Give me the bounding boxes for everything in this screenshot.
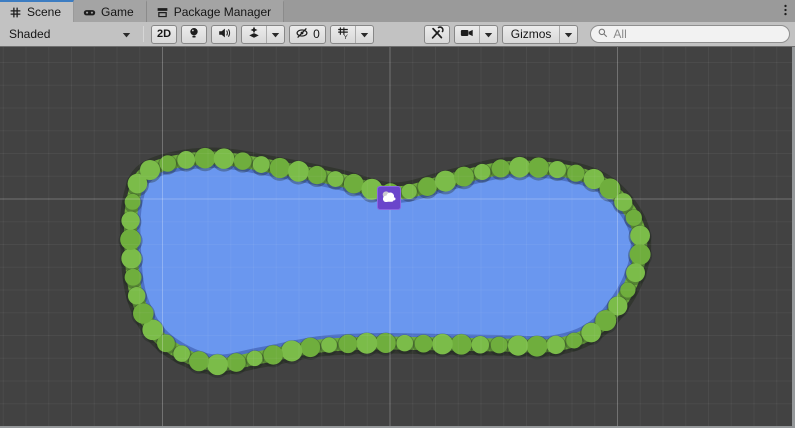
scene-canvas xyxy=(0,47,795,428)
gizmos-button[interactable]: Gizmos xyxy=(503,26,560,43)
view-2d-label: 2D xyxy=(157,28,171,40)
scene-grid-icon xyxy=(9,6,22,19)
chevron-down-icon xyxy=(360,27,369,41)
draw-mode-dropdown[interactable]: Shaded xyxy=(4,25,136,44)
camera-dropdown[interactable] xyxy=(479,26,497,43)
scene-search-field[interactable] xyxy=(590,25,790,43)
tab-package-manager[interactable]: Package Manager xyxy=(147,0,284,22)
kebab-menu-icon xyxy=(779,3,792,20)
scene-toolbar: Shaded 2D xyxy=(0,22,795,47)
svg-text:Y: Y xyxy=(343,34,348,40)
wrench-screwdriver-icon xyxy=(430,26,444,43)
view-2d-toggle[interactable]: 2D xyxy=(151,25,177,44)
overflow-menu-button[interactable] xyxy=(777,0,793,22)
scene-camera-button[interactable] xyxy=(455,26,479,43)
magnifier-icon xyxy=(597,27,609,42)
tab-label: Package Manager xyxy=(174,5,271,19)
gizmos-label: Gizmos xyxy=(511,27,552,41)
grid-dropdown[interactable] xyxy=(355,26,373,43)
grid-axes-icon: Y xyxy=(336,26,350,43)
gamepad-icon xyxy=(83,6,96,19)
sprite-shape-icon[interactable] xyxy=(377,186,401,210)
draw-mode-label: Shaded xyxy=(9,27,122,41)
tab-label: Game xyxy=(101,5,134,19)
chevron-down-icon xyxy=(484,27,493,41)
camera-icon xyxy=(460,26,474,43)
unity-editor-window: Scene Game Package Manager Shaded xyxy=(0,0,795,428)
speaker-icon xyxy=(217,26,231,43)
effects-toggle[interactable] xyxy=(242,26,266,43)
scene-lighting-toggle[interactable] xyxy=(181,25,207,44)
tab-game[interactable]: Game xyxy=(74,0,147,22)
lightbulb-icon xyxy=(187,26,201,43)
grid-visibility-toggle[interactable]: Y xyxy=(331,26,355,43)
scene-viewport[interactable] xyxy=(0,47,795,428)
toolbar-divider xyxy=(143,26,144,42)
tab-scene[interactable]: Scene xyxy=(0,0,74,22)
effects-dropdown[interactable] xyxy=(266,26,284,43)
chevron-down-icon xyxy=(122,27,131,41)
gizmos-split-button: Gizmos xyxy=(502,25,579,44)
tab-strip: Scene Game Package Manager xyxy=(0,0,795,22)
component-tools-button[interactable] xyxy=(424,25,450,44)
package-icon xyxy=(156,6,169,19)
camera-split-button xyxy=(454,25,498,44)
effects-split-button xyxy=(241,25,285,44)
search-input[interactable] xyxy=(613,27,781,41)
scene-audio-toggle[interactable] xyxy=(211,25,237,44)
gizmos-dropdown[interactable] xyxy=(559,26,577,43)
effects-star-icon xyxy=(247,26,261,43)
tab-label: Scene xyxy=(27,5,61,19)
eye-off-icon xyxy=(295,26,309,43)
hidden-objects-count: 0 xyxy=(313,27,320,41)
scene-visibility-toggle[interactable]: 0 xyxy=(289,25,326,44)
grid-split-button: Y xyxy=(330,25,374,44)
cloud-glyph xyxy=(379,188,399,208)
chevron-down-icon xyxy=(564,27,573,41)
chevron-down-icon xyxy=(271,27,280,41)
